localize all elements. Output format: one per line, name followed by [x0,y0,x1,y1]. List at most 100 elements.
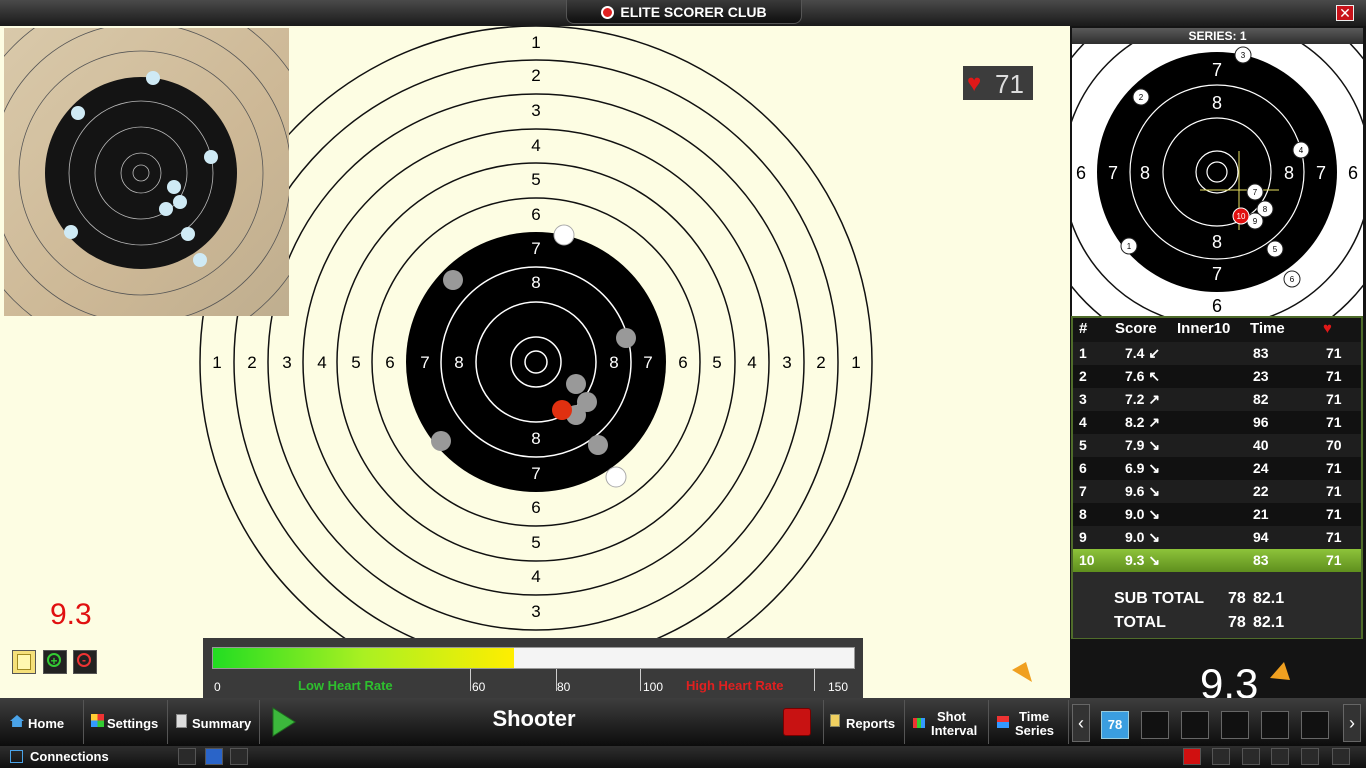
table-row[interactable]: 8 9.0 ↘ 21 71 [1073,503,1361,526]
summary-label: Summary [192,716,252,731]
ring-number: 5 [712,353,721,372]
stop-button[interactable] [783,708,811,736]
ring-number: 4 [531,567,540,586]
time-series-button[interactable]: Time Series [991,700,1069,744]
help-icon[interactable] [1301,748,1319,765]
reports-icon [830,714,840,727]
heart-rate-fill [213,648,514,668]
footprints-icon[interactable] [230,748,248,765]
ring-number: 8 [609,353,618,372]
ring-number: 1 [851,353,860,372]
heart-monitor-icon[interactable] [205,748,223,765]
shot-interval-label-1: Shot [937,709,966,724]
settings-button[interactable]: Settings [86,700,168,744]
table-row[interactable]: 6 6.9 ↘ 24 71 [1073,457,1361,480]
total-dec: 82.1 [1253,614,1285,631]
heart-icon: ♥ [1323,320,1332,337]
cell-time: 96 [1253,414,1269,430]
shot-hole [443,270,463,290]
camera-target-photo [4,28,289,316]
cell-hr: 71 [1326,506,1342,522]
next-series-button[interactable]: › [1343,704,1361,742]
wrench-icon[interactable] [1271,748,1289,765]
ring-number: 3 [782,353,791,372]
cell-score: 7.4 ↙ [1125,345,1161,361]
reports-button[interactable]: Reports [823,700,905,744]
ring-number: 7 [1212,264,1222,284]
plug-icon[interactable] [178,748,196,765]
shot-interval-button[interactable]: Shot Interval [907,700,989,744]
col-num: # [1079,320,1088,337]
ring-number: 6 [531,205,540,224]
cell-time: 83 [1253,552,1269,568]
ring-number: 7 [643,353,652,372]
user-icon[interactable] [1242,748,1260,765]
zoom-in-button[interactable]: + [43,650,67,674]
series-box-3[interactable] [1181,711,1209,739]
ring-number: 5 [351,353,360,372]
ring-number: 1 [531,33,540,52]
series-box-4[interactable] [1221,711,1249,739]
target-logo-icon [601,6,615,19]
ring-number: 3 [282,353,291,372]
cell-num: 8 [1079,506,1087,522]
prev-series-button[interactable]: ‹ [1072,704,1090,742]
settings-label: Settings [107,716,159,731]
series-box-1[interactable]: 78 [1101,711,1129,739]
ring-number: 8 [1212,93,1222,113]
connections-label: Connections [30,749,109,764]
table-row[interactable]: 1 7.4 ↙ 83 71 [1073,342,1361,365]
heart-rate-badge: ♥ 71 [963,66,1033,100]
ring-number: 6 [531,498,540,517]
cell-time: 23 [1253,368,1269,384]
cell-hr: 71 [1326,460,1342,476]
shot-hole [605,466,627,488]
cell-score: 6.9 ↘ [1125,460,1161,476]
info-icon[interactable] [1332,748,1350,765]
series-box-5[interactable] [1261,711,1289,739]
shot-hole [616,328,636,348]
total-label: TOTAL [1114,614,1166,631]
reports-label: Reports [846,716,896,731]
ring-number: 5 [531,170,540,189]
zoom-out-button[interactable]: - [73,650,97,674]
table-row[interactable]: 10 9.3 ↘ 83 71 [1073,549,1361,572]
home-button[interactable]: Home [4,700,84,744]
table-row[interactable]: 9 9.0 ↘ 94 71 [1073,526,1361,549]
cell-hr: 71 [1326,483,1342,499]
record-icon[interactable] [1183,748,1201,765]
col-time: Time [1250,320,1285,337]
table-row[interactable]: 7 9.6 ↘ 22 71 [1073,480,1361,503]
home-icon [10,715,24,727]
cell-num: 5 [1079,437,1087,453]
svg-text:9: 9 [1253,217,1258,226]
col-score: Score [1115,320,1157,337]
table-row[interactable]: 4 8.2 ↗ 96 71 [1073,411,1361,434]
cell-score: 9.0 ↘ [1125,506,1161,522]
cell-time: 21 [1253,506,1269,522]
cell-hr: 71 [1326,529,1342,545]
close-button[interactable]: ✕ [1336,5,1354,21]
svg-text:5: 5 [1273,245,1278,254]
zoom-out-icon: - [77,653,91,667]
shot-interval-label-2: Interval [931,723,978,738]
play-button[interactable] [271,706,297,738]
cell-score: 7.6 ↖ [1125,368,1161,384]
direction-arrow-icon [1012,662,1032,682]
note-button[interactable] [12,650,36,674]
ring-number: 8 [454,353,463,372]
svg-text:7: 7 [1253,188,1258,197]
high-heart-rate-label: High Heart Rate [686,678,784,693]
play-icon [272,707,296,737]
ring-number: 7 [1108,163,1118,183]
table-row[interactable]: 3 7.2 ↗ 82 71 [1073,388,1361,411]
series-box-6[interactable] [1301,711,1329,739]
cell-score: 9.6 ↘ [1125,483,1161,499]
cell-score: 7.9 ↘ [1125,437,1161,453]
series-box-2[interactable] [1141,711,1169,739]
summary-button[interactable]: Summary [170,700,260,744]
table-row[interactable]: 2 7.6 ↖ 23 71 [1073,365,1361,388]
table-row[interactable]: 5 7.9 ↘ 40 70 [1073,434,1361,457]
refresh-icon[interactable] [1212,748,1230,765]
time-series-label-2: Series [1015,723,1055,738]
